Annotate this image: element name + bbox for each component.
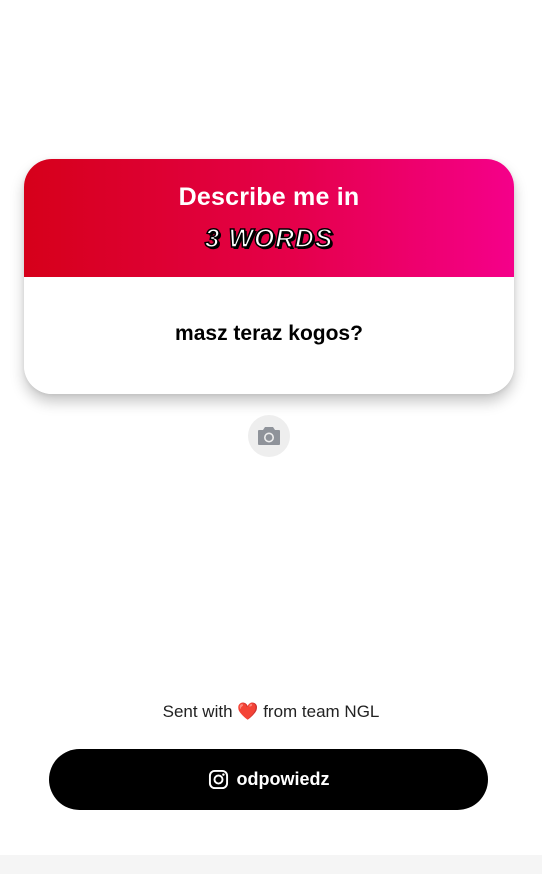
reply-button[interactable]: odpowiedz [49, 749, 488, 810]
reply-button-label: odpowiedz [236, 769, 330, 789]
footer-credit: Sent with ❤️ from team NGL [0, 702, 542, 722]
bottom-strip [0, 855, 542, 874]
card-body: masz teraz kogos? [24, 277, 514, 394]
camera-icon [258, 427, 280, 445]
card-header: Describe me in 3 WORDS [24, 159, 514, 277]
page: Describe me in 3 WORDS masz teraz kogos?… [0, 0, 542, 874]
footer-prefix: Sent with [162, 702, 233, 721]
heart-icon: ❤️ [237, 702, 259, 721]
footer-suffix: from team NGL [263, 702, 380, 721]
question-text: masz teraz kogos? [175, 322, 363, 345]
instagram-icon [208, 769, 228, 790]
card-badge: 3 WORDS [204, 222, 334, 254]
question-card: Describe me in 3 WORDS masz teraz kogos? [24, 159, 514, 394]
camera-button[interactable] [248, 415, 290, 457]
card-title: Describe me in [178, 183, 360, 211]
